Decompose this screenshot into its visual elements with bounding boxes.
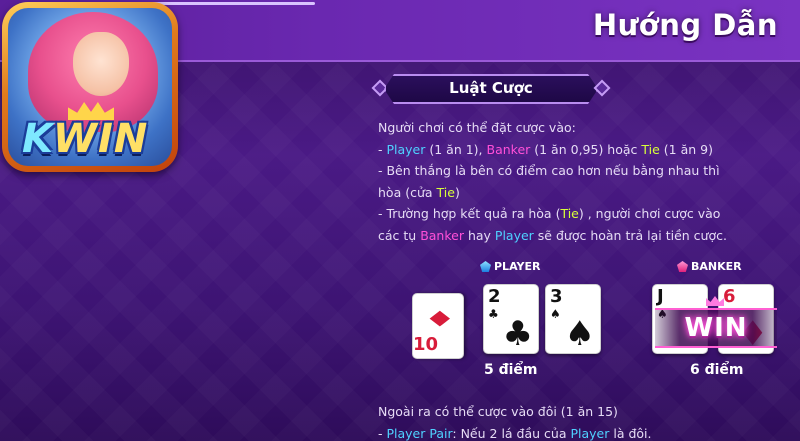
page-title: Hướng Dẫn	[592, 8, 778, 42]
rules-text: Người chơi có thể đặt cược vào: - Player…	[378, 117, 788, 246]
card-rank: 6	[723, 286, 736, 307]
player-card-1: 10 ♦	[412, 293, 464, 359]
rules-line-refund-2: các tụ Banker hay Player sẽ được hoàn tr…	[378, 227, 727, 243]
player-gem-icon	[480, 261, 491, 272]
card-rank: J	[657, 286, 664, 307]
kwin-logo: KWIN	[2, 2, 178, 172]
card-rank: 2	[488, 286, 501, 307]
pair-intro: Ngoài ra có thể cược vào đôi (1 ăn 15)	[378, 404, 618, 419]
spade-icon: ♠	[564, 314, 595, 354]
rules-line-tie: hòa (cửa Tie)	[378, 184, 460, 200]
spade-icon: ♠	[550, 307, 561, 321]
pair-rules-text: Ngoài ra có thể cược vào đôi (1 ăn 15) -…	[378, 401, 788, 441]
rules-line-refund-1: - Trường hợp kết quả ra hòa (Tie) , ngườ…	[378, 206, 721, 221]
header-accent-line	[150, 2, 315, 5]
banker-points: 6 điểm	[690, 362, 744, 378]
guide-panel: Hướng Dẫn KWIN Luật Cược Người chơi có t…	[0, 0, 800, 441]
logo-artwork: KWIN	[8, 8, 172, 166]
banker-label: BANKER	[677, 260, 742, 273]
player-points: 5 điểm	[484, 362, 538, 378]
player-card-2: 2 ♣ ♣	[483, 284, 539, 354]
diamond-icon: ♦	[424, 306, 457, 332]
club-icon: ♣	[488, 307, 499, 321]
win-badge: WIN	[655, 308, 777, 348]
rules-line-winner: - Bên thắng là bên có điểm cao hơn nếu b…	[378, 163, 720, 178]
player-card-3: 3 ♠ ♠	[545, 284, 601, 354]
rules-intro: Người chơi có thể đặt cược vào:	[378, 120, 576, 135]
section-header: Luật Cược	[371, 70, 611, 108]
club-icon: ♣	[502, 314, 533, 354]
banker-gem-icon	[677, 261, 688, 272]
card-rank: 3	[550, 286, 563, 307]
logo-wordmark: KWIN	[22, 116, 149, 162]
pair-line-player: - Player Pair: Nếu 2 lá đầu của Player l…	[378, 425, 652, 441]
logo-character-face	[73, 32, 129, 96]
card-rank: 10	[413, 334, 439, 355]
player-label: PLAYER	[480, 260, 540, 273]
section-title: Luật Cược	[449, 79, 533, 97]
rules-line-odds: - Player (1 ăn 1), Banker (1 ăn 0,95) ho…	[378, 141, 713, 157]
